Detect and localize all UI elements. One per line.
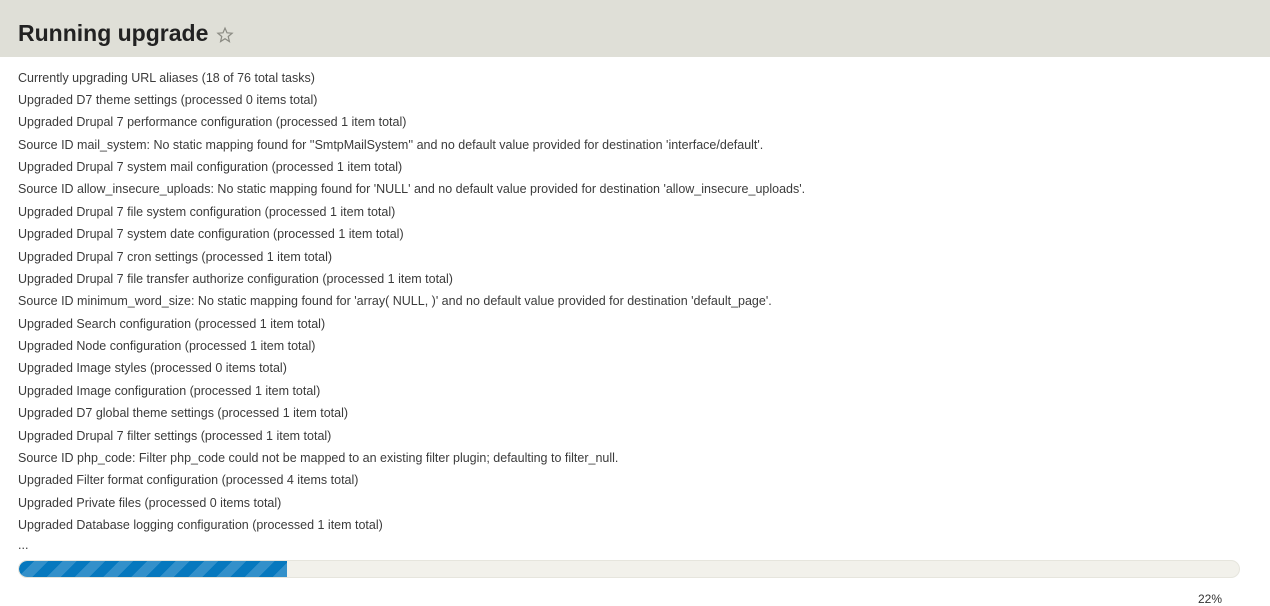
log-line: Upgraded Database logging configuration … [18, 515, 1252, 537]
log-line: Upgraded Image styles (processed 0 items… [18, 358, 1252, 380]
log-ellipsis: ... [18, 537, 1252, 558]
star-icon[interactable] [216, 26, 234, 44]
log-line: Source ID minimum_word_size: No static m… [18, 291, 1252, 313]
progress-fill [19, 561, 287, 577]
log-line: Upgraded Drupal 7 file system configurat… [18, 201, 1252, 223]
log-line: Currently upgrading URL aliases (18 of 7… [18, 67, 1252, 89]
log-line: Source ID allow_insecure_uploads: No sta… [18, 179, 1252, 201]
log-line: Upgraded Image configuration (processed … [18, 380, 1252, 402]
log-line: Upgraded Drupal 7 system date configurat… [18, 224, 1252, 246]
log-line: Upgraded Filter format configuration (pr… [18, 470, 1252, 492]
log-line: Upgraded Drupal 7 filter settings (proce… [18, 425, 1252, 447]
log-line: Upgraded Drupal 7 cron settings (process… [18, 246, 1252, 268]
log-line: Upgraded D7 theme settings (processed 0 … [18, 89, 1252, 111]
log-line: Upgraded Drupal 7 system mail configurat… [18, 157, 1252, 179]
log-line: Upgraded D7 global theme settings (proce… [18, 403, 1252, 425]
log-line: Upgraded Node configuration (processed 1… [18, 336, 1252, 358]
log-line: Upgraded Drupal 7 file transfer authoriz… [18, 268, 1252, 290]
progress-track [18, 560, 1240, 578]
progress-bar [18, 558, 1252, 578]
log-line: Upgraded Search configuration (processed… [18, 313, 1252, 335]
page-header: Running upgrade [0, 0, 1270, 57]
log-line: Source ID php_code: Filter php_code coul… [18, 447, 1252, 469]
log-line: Upgraded Drupal 7 performance configurat… [18, 112, 1252, 134]
progress-percent-label: 22% [0, 588, 1240, 606]
log-line: Upgraded Private files (processed 0 item… [18, 492, 1252, 514]
upgrade-log: Currently upgrading URL aliases (18 of 7… [0, 57, 1270, 588]
page-title: Running upgrade [18, 20, 208, 47]
log-line: Source ID mail_system: No static mapping… [18, 134, 1252, 156]
